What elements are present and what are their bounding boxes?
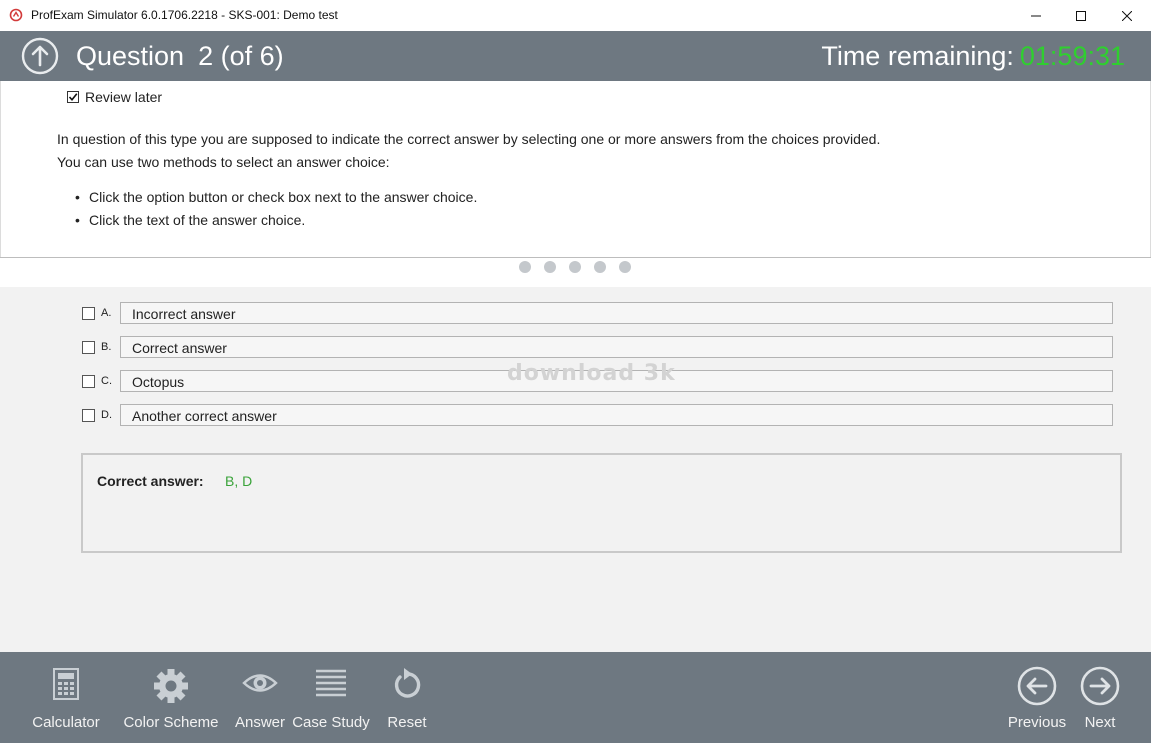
time-label: Time remaining: — [821, 41, 1014, 71]
handle-dot — [594, 261, 606, 273]
answer-text[interactable]: Correct answer — [120, 336, 1113, 358]
question-text: In question of this type you are suppose… — [57, 128, 880, 174]
page-title: Question 2 (of 6) — [76, 41, 284, 72]
minimize-icon — [1031, 11, 1041, 21]
review-later-label[interactable]: Review later — [85, 89, 162, 105]
list-item: Click the option button or check box nex… — [75, 186, 477, 209]
checkbox-checked-icon[interactable] — [67, 91, 79, 103]
window-title: ProfExam Simulator 6.0.1706.2218 - SKS-0… — [31, 8, 338, 22]
arrow-left-circle-icon — [1017, 666, 1057, 711]
review-later-checkbox[interactable]: Review later — [67, 89, 162, 105]
answer-checkbox[interactable] — [82, 307, 95, 320]
close-icon — [1122, 10, 1132, 21]
question-header: Question 2 (of 6) Time remaining: 01:59:31 — [0, 31, 1151, 81]
question-text-line: In question of this type you are suppose… — [57, 131, 881, 147]
answer-checkbox[interactable] — [82, 341, 95, 354]
calculator-button[interactable]: Calculator — [26, 652, 106, 743]
time-value: 01:59:31 — [1019, 41, 1125, 71]
question-label: Question — [76, 41, 185, 71]
navigate-up-button[interactable] — [21, 37, 59, 75]
gear-icon — [153, 668, 189, 709]
profexam-logo-icon — [9, 8, 23, 22]
timer: Time remaining: 01:59:31 — [821, 41, 1125, 72]
color-scheme-label: Color Scheme — [123, 714, 219, 731]
watermark: download 3k — [507, 361, 676, 386]
arrow-up-circle-icon — [21, 37, 59, 79]
maximize-icon — [1076, 10, 1086, 21]
color-scheme-button[interactable]: Color Scheme — [120, 652, 222, 743]
previous-label: Previous — [1007, 714, 1067, 731]
answer-button[interactable]: Answer — [232, 652, 288, 743]
answer-option-a[interactable]: A. Incorrect answer — [82, 302, 1115, 326]
answer-checkbox[interactable] — [82, 409, 95, 422]
answer-label: Answer — [234, 714, 286, 731]
calculator-label: Calculator — [32, 714, 100, 731]
next-button[interactable]: Next — [1074, 652, 1126, 743]
correct-answer-panel: Correct answer: B, D — [81, 453, 1122, 553]
previous-button[interactable]: Previous — [1003, 652, 1071, 743]
reset-label: Reset — [387, 714, 427, 731]
correct-answer-value: B, D — [225, 473, 253, 489]
handle-dot — [619, 261, 631, 273]
handle-dot — [519, 261, 531, 273]
answer-text[interactable]: Incorrect answer — [120, 302, 1113, 324]
question-panel: Review later In question of this type yo… — [0, 81, 1151, 257]
minimize-button[interactable] — [1013, 0, 1059, 31]
reset-icon — [391, 668, 423, 707]
splitter-handle[interactable] — [519, 261, 631, 273]
next-label: Next — [1084, 714, 1116, 731]
answer-letter: A. — [101, 307, 112, 319]
case-study-label: Case Study — [292, 714, 370, 731]
answer-letter: C. — [101, 375, 112, 387]
correct-answer-label: Correct answer: — [97, 473, 204, 489]
case-study-button[interactable]: Case Study — [290, 652, 372, 743]
question-text-line: You can use two methods to select an ans… — [57, 154, 390, 170]
list-item: Click the text of the answer choice. — [75, 209, 477, 232]
maximize-button[interactable] — [1058, 0, 1104, 31]
close-button[interactable] — [1104, 0, 1150, 31]
bottom-toolbar: Calculator Color Scheme Answer Case Stud… — [0, 652, 1151, 743]
lines-icon — [315, 668, 347, 703]
answer-letter: B. — [101, 341, 112, 353]
eye-icon — [242, 668, 278, 703]
handle-dot — [544, 261, 556, 273]
reset-button[interactable]: Reset — [382, 652, 432, 743]
splitter[interactable] — [0, 257, 1151, 258]
answer-option-b[interactable]: B. Correct answer — [82, 336, 1115, 360]
answer-option-d[interactable]: D. Another correct answer — [82, 404, 1115, 428]
answer-checkbox[interactable] — [82, 375, 95, 388]
window-titlebar: ProfExam Simulator 6.0.1706.2218 - SKS-0… — [0, 0, 1151, 32]
calculator-icon — [53, 668, 79, 705]
answer-letter: D. — [101, 409, 112, 421]
instruction-list: Click the option button or check box nex… — [75, 186, 477, 232]
handle-dot — [569, 261, 581, 273]
answer-text[interactable]: Another correct answer — [120, 404, 1113, 426]
arrow-right-circle-icon — [1080, 666, 1120, 711]
question-number: 2 (of 6) — [198, 41, 284, 71]
